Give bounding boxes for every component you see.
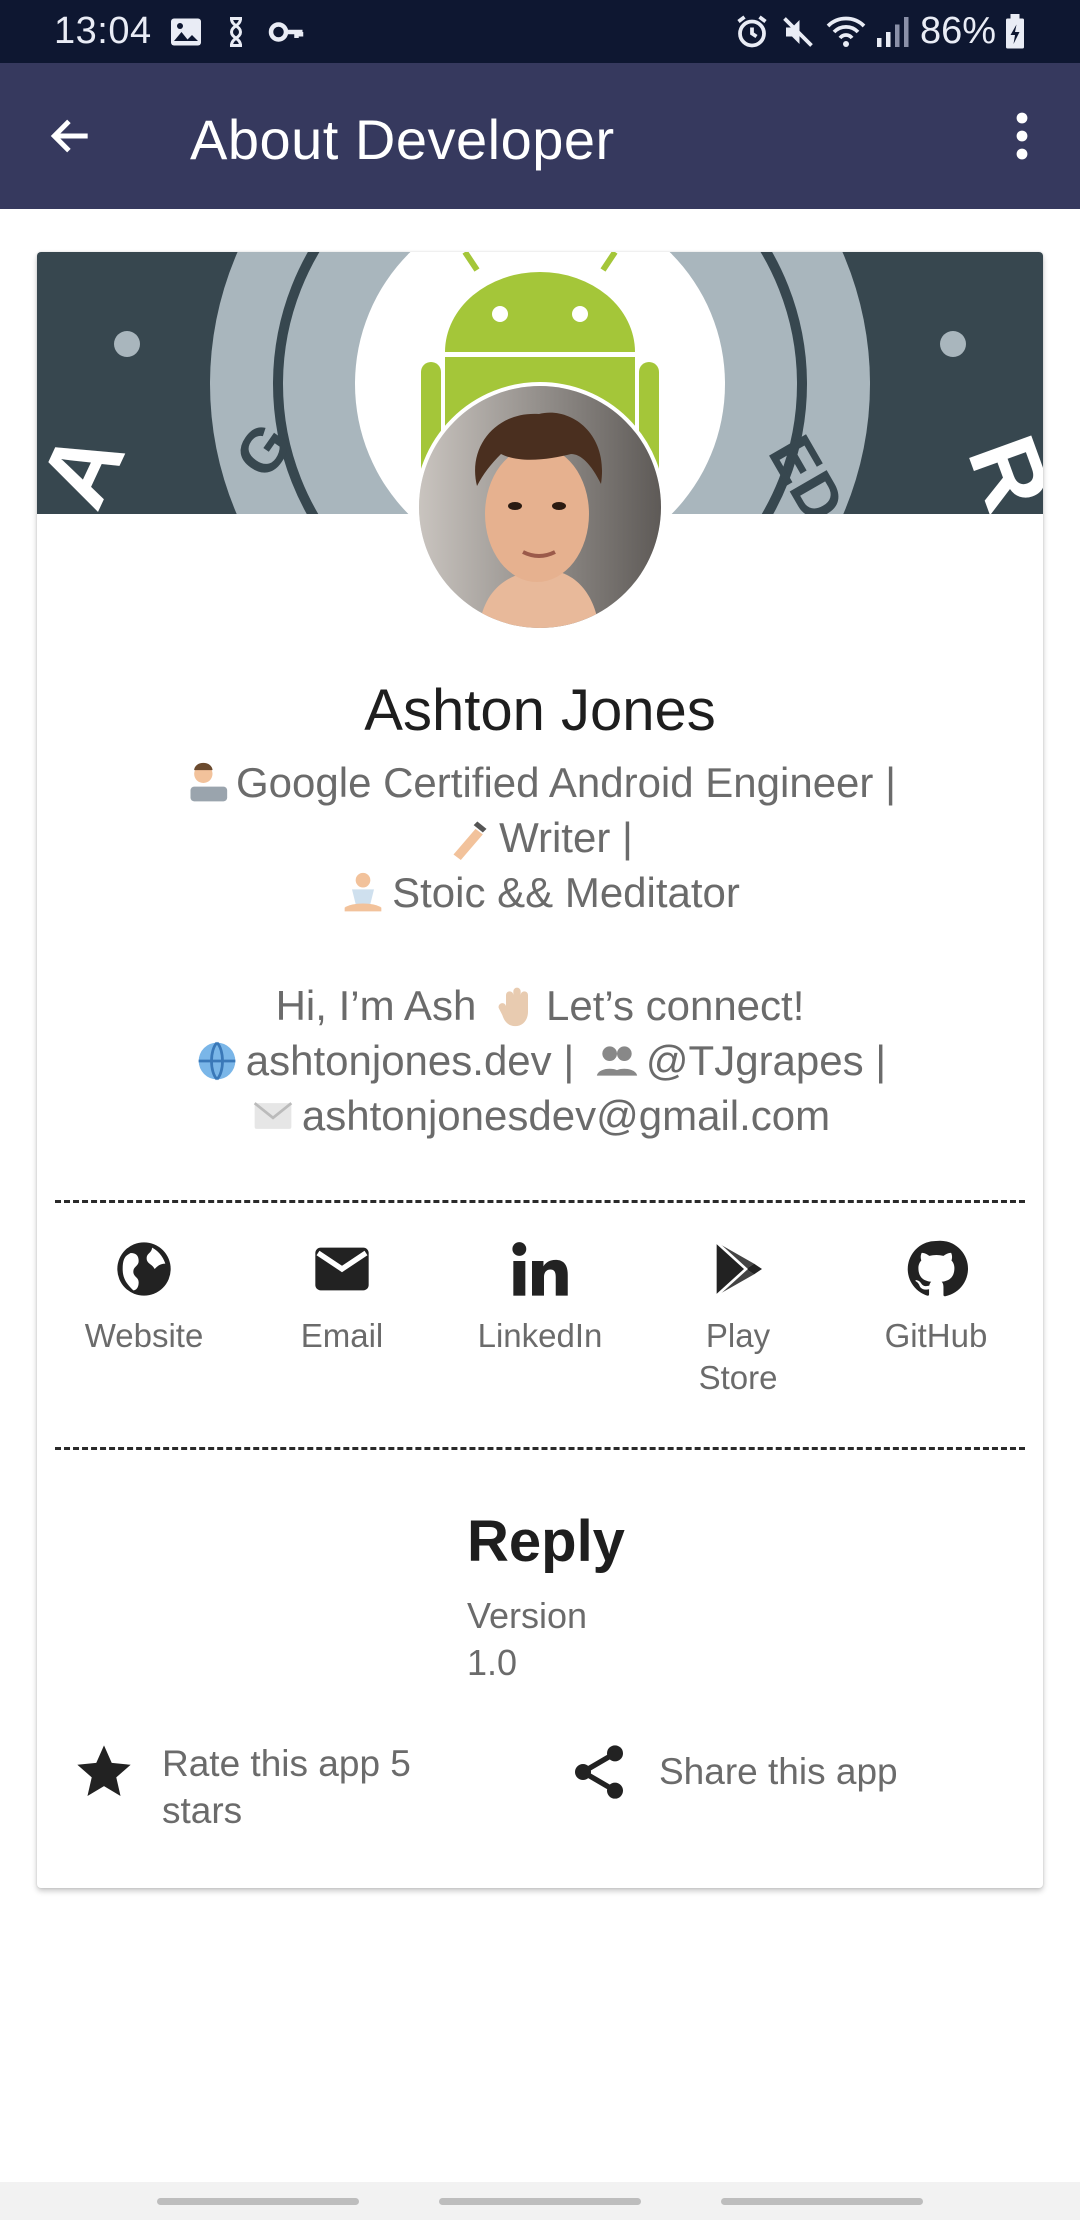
divider [55, 1200, 1025, 1203]
linkedin-link[interactable]: LinkedIn [460, 1237, 620, 1357]
signal-icon [877, 17, 909, 47]
wifi-icon [826, 16, 866, 47]
alarm-icon [737, 15, 767, 48]
sync-icon [229, 17, 243, 47]
github-label: GitHub [884, 1317, 988, 1354]
key-icon [268, 22, 304, 42]
github-icon [907, 1240, 968, 1297]
battery-percent: 86% [920, 10, 997, 52]
share-icon [575, 1745, 623, 1799]
play-store-label: Play Store [698, 1317, 778, 1396]
developer-card: G ED A R Ashton Jones Google Certified A… [37, 252, 1043, 1888]
nav-hint-right[interactable] [721, 2198, 923, 2205]
status-bar: 13:04 86% [0, 0, 1080, 63]
arrow-back-icon[interactable] [46, 111, 96, 161]
website-label: Website [84, 1317, 204, 1354]
rate-app-label: Rate this app 5 stars [162, 1743, 411, 1831]
writing-hand-emoji-icon [453, 821, 487, 860]
status-time: 13:04 [54, 10, 152, 52]
github-link[interactable]: GitHub [856, 1237, 1016, 1357]
mute-icon [783, 17, 813, 47]
play-store-icon [715, 1241, 762, 1297]
app-version: Version 1.0 [467, 1595, 588, 1683]
share-app-label: Share this app [659, 1751, 898, 1792]
linkedin-icon [512, 1242, 568, 1296]
developer-name: Ashton Jones [364, 678, 716, 743]
meditating-emoji-icon [344, 872, 382, 912]
nav-hint-center[interactable] [439, 2198, 641, 2205]
page-title: About Developer [190, 108, 615, 171]
bio-line-1: Google Certified Android Engineer | [77, 755, 1003, 810]
image-icon [171, 18, 201, 46]
app-bar: About Developer [0, 63, 1080, 209]
envelope-emoji-icon [253, 1102, 293, 1129]
email-link[interactable]: Email [262, 1237, 422, 1357]
share-app-button[interactable]: Share this app [567, 1740, 1007, 1820]
more-vert-icon[interactable] [1000, 109, 1044, 163]
globe-emoji-icon [198, 1041, 236, 1081]
greeting-line: Hi, I’m Ash Let’s connect! [275, 982, 805, 1029]
linkedin-label: LinkedIn [477, 1317, 603, 1354]
rate-app-button[interactable]: Rate this app 5 stars [72, 1740, 492, 1840]
busts-emoji-icon [596, 1046, 638, 1076]
email-line: ashtonjonesdev@gmail.com [77, 1088, 1003, 1143]
technologist-emoji-icon [190, 762, 228, 802]
bio-line-2: Writer | [77, 810, 1003, 865]
bio-line-3: Stoic && Meditator [77, 865, 1003, 920]
mail-icon [315, 1247, 369, 1291]
star-icon [77, 1745, 131, 1796]
play-store-link[interactable]: Play Store [658, 1237, 818, 1399]
email-label: Email [300, 1317, 384, 1354]
waving-hand-emoji-icon [498, 987, 528, 1027]
globe-icon [117, 1242, 171, 1296]
battery-icon [1006, 14, 1024, 49]
website-link[interactable]: Website [64, 1237, 224, 1357]
navigation-bar [0, 2182, 1080, 2220]
app-name: Reply [467, 1509, 625, 1574]
link-row: Website Email LinkedIn Play Store GitHub [37, 1237, 1043, 1417]
contact-line: ashtonjones.dev | @TJgrapes | [77, 1033, 1003, 1088]
nav-hint-left[interactable] [157, 2198, 359, 2205]
divider [55, 1447, 1025, 1450]
developer-avatar [415, 382, 665, 632]
